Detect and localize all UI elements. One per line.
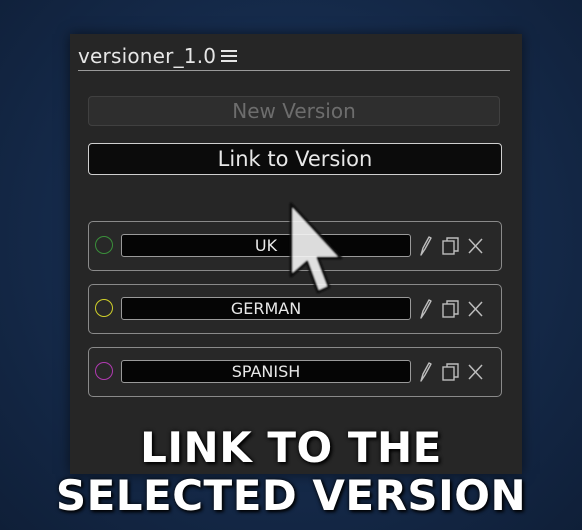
- version-row[interactable]: SPANISH: [88, 347, 502, 397]
- version-name-field[interactable]: SPANISH: [121, 360, 411, 383]
- panel-title: versioner_1.0: [78, 44, 217, 68]
- version-name-field[interactable]: UK: [121, 234, 411, 257]
- link-to-version-button[interactable]: Link to Version: [88, 143, 502, 175]
- version-name-field[interactable]: GERMAN: [121, 297, 411, 320]
- version-color-dot[interactable]: [95, 299, 113, 317]
- copy-icon[interactable]: [439, 297, 461, 321]
- pencil-icon[interactable]: [415, 360, 435, 384]
- copy-icon[interactable]: [439, 360, 461, 384]
- caption-line-1: LINK TO THE: [140, 423, 442, 472]
- mouse-pointer-icon: [289, 202, 343, 294]
- version-name: SPANISH: [231, 362, 301, 381]
- version-actions: [415, 297, 499, 321]
- pencil-icon[interactable]: [415, 297, 435, 321]
- version-actions: [415, 360, 499, 384]
- version-name: UK: [254, 236, 278, 255]
- close-icon[interactable]: [465, 234, 487, 258]
- panel-header: versioner_1.0: [78, 42, 510, 70]
- hamburger-icon[interactable]: [221, 49, 238, 63]
- caption-line-2: SELECTED VERSION: [55, 471, 527, 520]
- version-actions: [415, 234, 499, 258]
- version-color-dot[interactable]: [95, 362, 113, 380]
- new-version-label: New Version: [232, 99, 356, 123]
- copy-icon[interactable]: [439, 234, 461, 258]
- link-to-version-label: Link to Version: [217, 147, 373, 171]
- header-divider: [78, 70, 510, 71]
- version-color-dot[interactable]: [95, 236, 113, 254]
- new-version-button[interactable]: New Version: [88, 96, 500, 126]
- version-name: GERMAN: [230, 299, 302, 318]
- pencil-icon[interactable]: [415, 234, 435, 258]
- close-icon[interactable]: [465, 360, 487, 384]
- close-icon[interactable]: [465, 297, 487, 321]
